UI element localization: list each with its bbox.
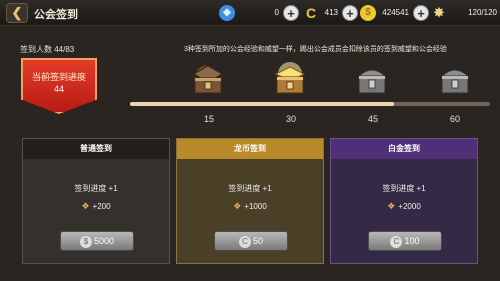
current-progress-banner: 当前签到进度 44 [21,58,97,114]
panel-reward: ❖ +200 [23,201,169,212]
platinum-sign-in-button[interactable]: C 100 [368,231,442,251]
treasure-chest-locked-icon [357,69,387,94]
dragon-coin-icon: C [305,5,317,21]
normal-sign-in-button[interactable]: $5000 [60,231,134,251]
dragon-coin-value: 413 [324,8,338,17]
scroll-icon: ❖ [81,201,90,211]
back-button[interactable]: ❮ [6,3,28,23]
chevron-left-icon: ❮ [11,5,23,20]
panel-progress-text: 签到进度 +1 [382,184,426,193]
reward-value: +200 [92,202,111,211]
scroll-icon: ❖ [233,201,242,211]
reward-value: +1000 [244,202,267,211]
panel-reward: ❖ +1000 [177,201,323,212]
platinum-sign-in-panel: 白金签到 签到进度 +1 ❖ +2000 C 100 [330,138,478,264]
gold-coin-icon: $ [360,5,376,21]
resource-gem: ◆ 0 + [219,4,299,22]
progress-track-fill [130,102,394,106]
panel-title: 龙币签到 [177,139,323,159]
milestone-label: 30 [285,114,296,124]
chest-15[interactable] [189,60,227,98]
page-title: 公会签到 [34,9,78,21]
add-gold-button[interactable]: + [413,5,429,21]
button-cost: 100 [404,236,420,246]
progress-track [130,102,490,106]
dragon-coin-sign-in-panel: 龙币签到 签到进度 +1 ❖ +1000 C 50 [176,138,324,264]
dragon-coin-icon: C [238,235,251,248]
sign-in-description: 3种签到所加的公会经验和威望一样，踢出公会成员会扣除该员的签到威望和公会经验 [184,46,447,53]
resource-stamina: ✸ 120/120 [431,4,497,22]
resource-gold: $ 424541 + [360,4,429,22]
add-gem-button[interactable]: + [283,5,299,21]
gem-icon: ◆ [219,5,235,21]
treasure-chest-glowing-icon [274,62,306,94]
chest-30[interactable] [271,60,309,98]
milestone-label: 15 [203,114,214,124]
dragon-coin-sign-in-button[interactable]: C 50 [214,231,288,251]
panel-progress-text: 签到进度 +1 [228,184,272,193]
treasure-chest-open-icon [192,63,224,94]
progress-banner-value: 44 [53,84,64,94]
gold-coin-icon: $ [79,235,92,248]
banner-divider [32,77,86,78]
gem-value: 0 [274,8,279,17]
flame-icon: ✸ [433,5,445,20]
treasure-chest-locked-icon [440,69,470,94]
add-dragon-coin-button[interactable]: + [342,5,358,21]
scroll-icon: ❖ [387,201,396,211]
panel-title: 白金签到 [331,139,477,159]
panel-progress-text: 签到进度 +1 [74,184,118,193]
dragon-coin-icon: C [390,235,403,248]
reward-value: +2000 [398,202,421,211]
panel-reward: ❖ +2000 [331,201,477,212]
milestone-label: 60 [449,114,460,124]
chest-45[interactable] [353,60,391,98]
panel-title: 普通签到 [23,139,169,159]
normal-sign-in-panel: 普通签到 签到进度 +1 ❖ +200 $5000 [22,138,170,264]
milestone-label: 45 [367,114,378,124]
gold-value: 424541 [382,8,409,17]
chest-60[interactable] [436,60,474,98]
member-count: 签到人数 44/83 [20,45,75,54]
resource-dragon-coin: C 413 + [303,4,358,22]
top-bar: ❮ 公会签到 ◆ 0 + C 413 + $ 424541 + ✸ 120/12… [0,0,500,26]
button-cost: 50 [252,236,263,246]
stamina-value: 120/120 [468,8,497,17]
button-cost: 5000 [93,236,115,246]
